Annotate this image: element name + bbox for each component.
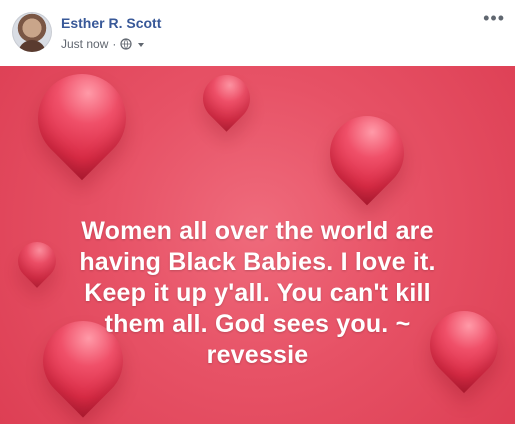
quote-text: Women all over the world are having Blac… xyxy=(20,216,495,371)
globe-icon-svg xyxy=(120,38,132,50)
avatar-photo xyxy=(18,40,46,52)
quote-line-3: Keep it up y'all. You can't kill xyxy=(84,279,431,307)
meta-separator: · xyxy=(112,37,117,51)
heart-decoration xyxy=(193,66,260,132)
author-name[interactable]: Esther R. Scott xyxy=(61,15,161,31)
post-header: Esther R. Scott Just now · ••• xyxy=(0,0,515,66)
post-image[interactable]: Women all over the world are having Blac… xyxy=(0,66,515,424)
quote-line-4: them all. God sees you. ~ xyxy=(104,310,411,338)
post-timestamp[interactable]: Just now xyxy=(61,37,108,51)
quote-line-1: Women all over the world are xyxy=(81,217,434,245)
heart-decoration xyxy=(314,100,420,206)
facebook-post: Esther R. Scott Just now · ••• Women all… xyxy=(0,0,515,424)
post-meta: Just now · xyxy=(61,37,146,51)
chevron-down-icon[interactable] xyxy=(136,39,146,49)
author-avatar[interactable] xyxy=(12,12,52,52)
quote-line-5: revessie xyxy=(206,341,309,369)
quote-line-2: having Black Babies. I love it. xyxy=(79,248,436,276)
more-options-icon[interactable]: ••• xyxy=(483,9,505,27)
heart-decoration xyxy=(19,66,145,181)
chevron-down-icon-svg xyxy=(138,43,145,47)
globe-icon[interactable] xyxy=(120,38,132,50)
